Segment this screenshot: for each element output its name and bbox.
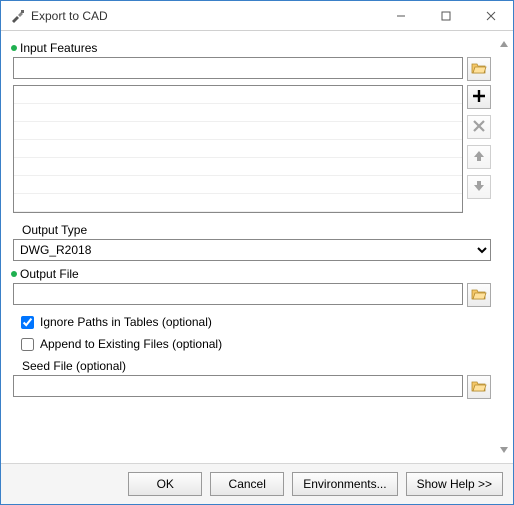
required-dot-icon — [11, 45, 17, 51]
input-features-label-row: Input Features — [13, 41, 491, 55]
dialog-footer: OK Cancel Environments... Show Help >> — [1, 463, 513, 504]
content-wrap: Input Features — [1, 31, 513, 463]
environments-button[interactable]: Environments... — [292, 472, 397, 496]
list-row — [14, 158, 462, 176]
scroll-down-icon[interactable] — [497, 443, 511, 457]
list-row — [14, 176, 462, 194]
output-type-label-row: Output Type — [13, 223, 491, 237]
seed-file-input[interactable] — [13, 375, 463, 397]
feature-list-wrap — [13, 85, 491, 213]
arrow-up-icon — [471, 148, 487, 167]
append-existing-label[interactable]: Append to Existing Files (optional) — [40, 337, 222, 351]
add-item-button[interactable] — [467, 85, 491, 109]
window-title: Export to CAD — [31, 9, 378, 23]
feature-listbox[interactable] — [13, 85, 463, 213]
feature-list-buttons — [467, 85, 491, 213]
browse-output-file-button[interactable] — [467, 283, 491, 307]
arrow-down-icon — [471, 178, 487, 197]
scroll-up-icon[interactable] — [497, 37, 511, 51]
ignore-paths-checkbox[interactable] — [21, 316, 34, 329]
show-help-button[interactable]: Show Help >> — [406, 472, 503, 496]
list-row — [14, 104, 462, 122]
move-up-button[interactable] — [467, 145, 491, 169]
folder-open-icon — [471, 378, 487, 397]
form-area: Input Features — [1, 31, 495, 463]
browse-seed-file-button[interactable] — [467, 375, 491, 399]
append-existing-row: Append to Existing Files (optional) — [21, 337, 491, 351]
folder-open-icon — [471, 286, 487, 305]
append-existing-checkbox[interactable] — [21, 338, 34, 351]
seed-file-label-row: Seed File (optional) — [13, 359, 491, 373]
input-features-input[interactable] — [13, 57, 463, 79]
maximize-button[interactable] — [423, 1, 468, 30]
hammer-icon — [9, 8, 25, 24]
close-button[interactable] — [468, 1, 513, 30]
move-down-button[interactable] — [467, 175, 491, 199]
list-row — [14, 122, 462, 140]
ok-button[interactable]: OK — [128, 472, 202, 496]
vertical-scrollbar[interactable] — [495, 31, 513, 463]
plus-icon — [471, 88, 487, 107]
input-features-label: Input Features — [20, 41, 97, 55]
minimize-button[interactable] — [378, 1, 423, 30]
output-file-label: Output File — [20, 267, 79, 281]
output-type-label: Output Type — [22, 223, 87, 237]
cancel-button[interactable]: Cancel — [210, 472, 284, 496]
ignore-paths-row: Ignore Paths in Tables (optional) — [21, 315, 491, 329]
titlebar: Export to CAD — [1, 1, 513, 31]
list-row — [14, 86, 462, 104]
x-icon — [471, 118, 487, 137]
window-controls — [378, 1, 513, 30]
required-dot-icon — [11, 271, 17, 277]
output-type-select[interactable]: DWG_R2018 — [13, 239, 491, 261]
folder-open-icon — [471, 60, 487, 79]
remove-item-button[interactable] — [467, 115, 491, 139]
ignore-paths-label[interactable]: Ignore Paths in Tables (optional) — [40, 315, 212, 329]
seed-file-label: Seed File (optional) — [22, 359, 126, 373]
browse-input-features-button[interactable] — [467, 57, 491, 81]
list-row — [14, 194, 462, 212]
output-file-input[interactable] — [13, 283, 463, 305]
list-row — [14, 140, 462, 158]
output-file-label-row: Output File — [13, 267, 491, 281]
